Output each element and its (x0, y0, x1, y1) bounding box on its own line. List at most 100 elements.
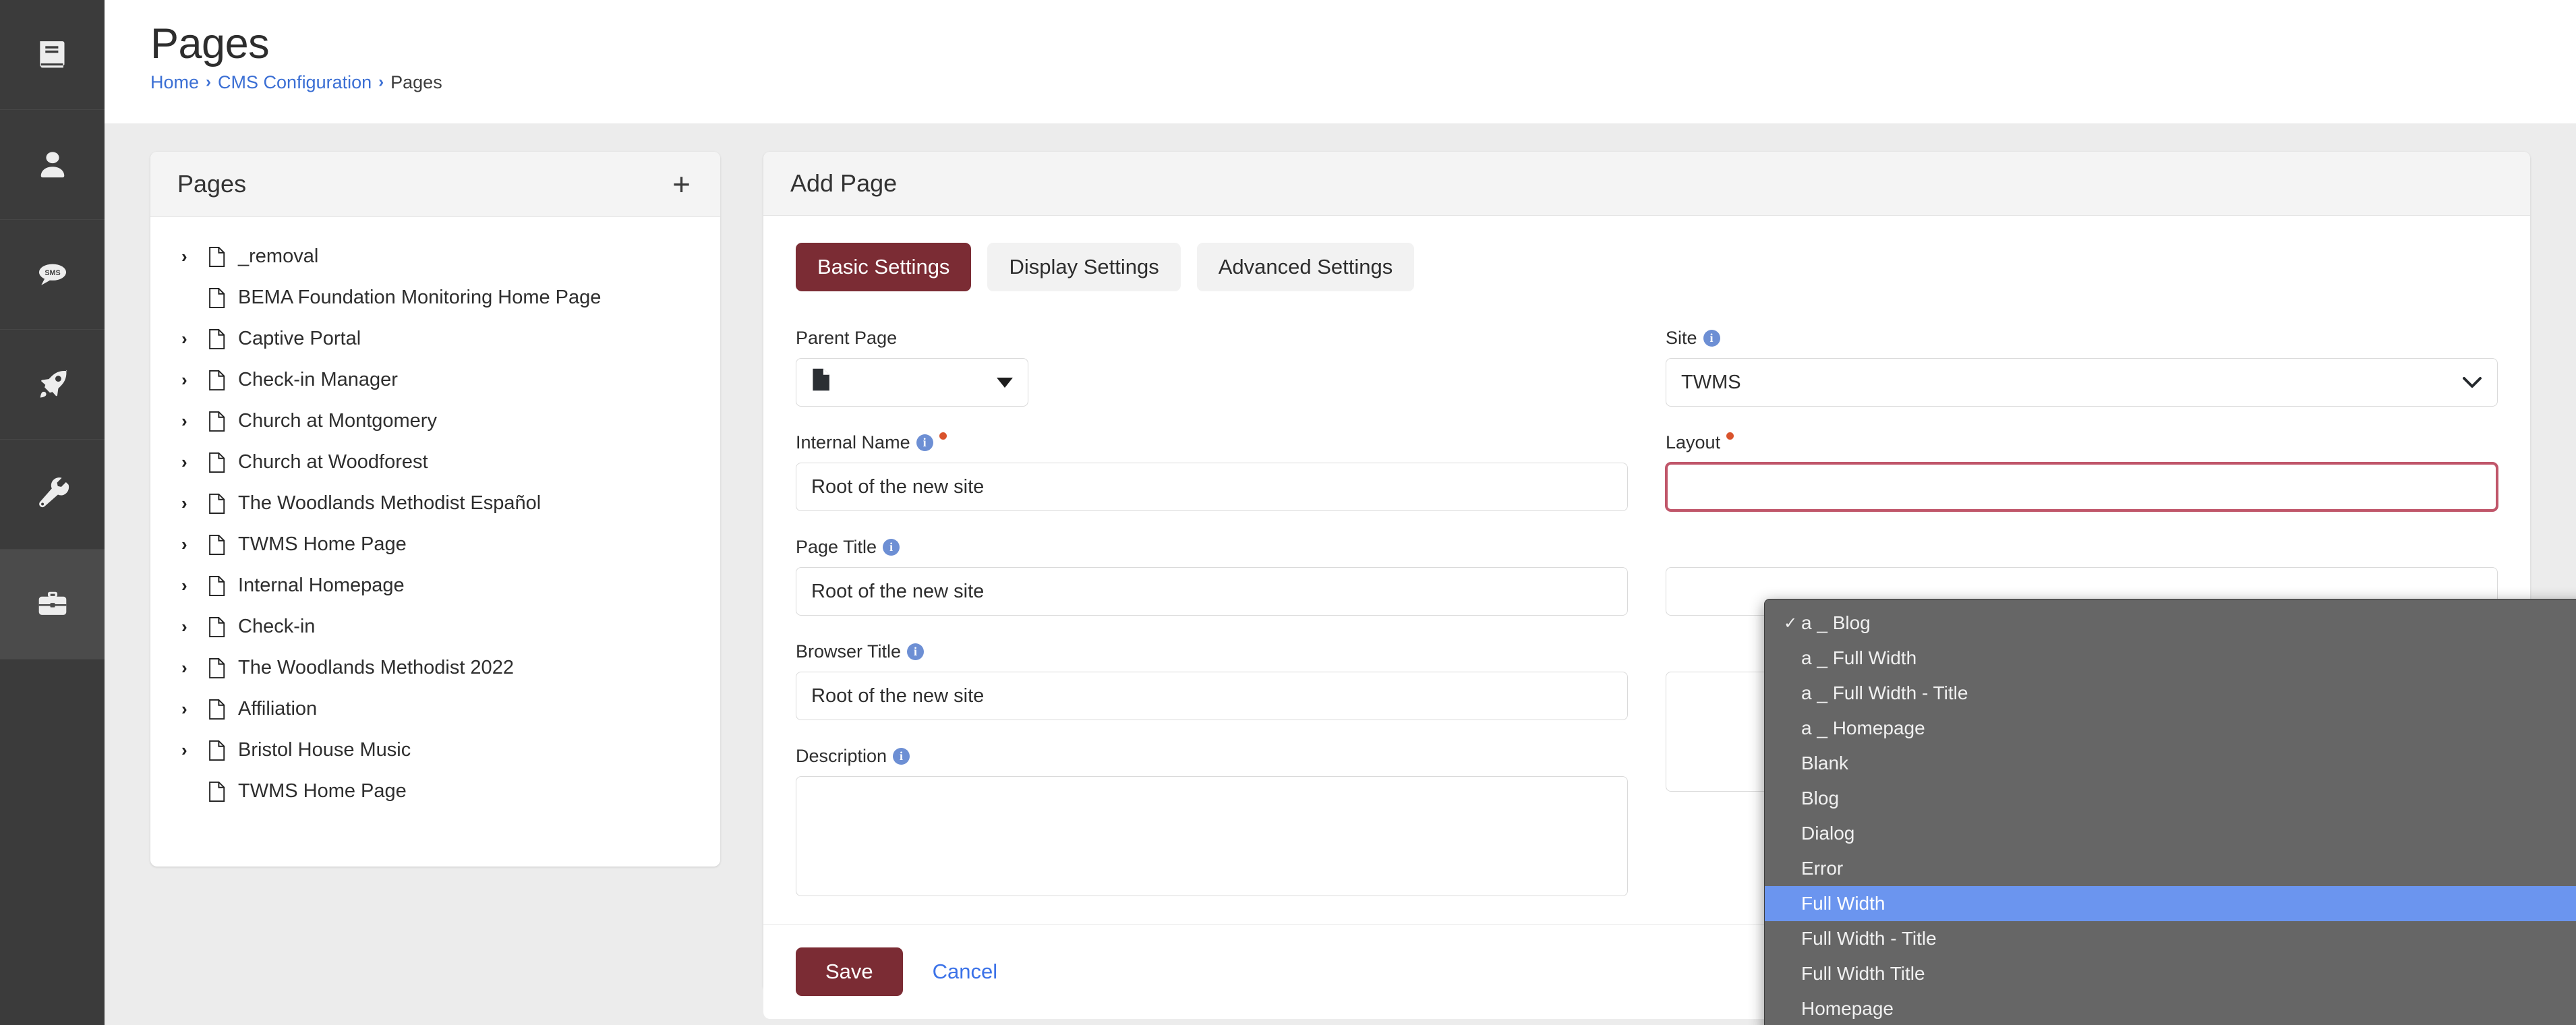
file-icon (208, 287, 238, 309)
page-title-label-row: Page Title i (796, 535, 1628, 558)
field-browser-title: Browser Title i (796, 640, 1628, 720)
required-indicator-icon (939, 432, 947, 440)
app-root: SMS Pages Home › CMS Configuration › Pag… (0, 0, 2576, 1025)
tree-item-label: The Woodlands Methodist Español (238, 492, 541, 514)
layout-select[interactable] (1666, 463, 2498, 511)
layout-option[interactable]: ✓Blank (1765, 746, 2576, 781)
expand-chevron-icon[interactable]: › (181, 699, 208, 720)
tree-item[interactable]: › Bristol House Music (150, 730, 720, 771)
layout-option[interactable]: ✓ a _ Blog (1765, 606, 2576, 641)
layout-dropdown-menu[interactable]: ✓a _ Blog✓a _ Full Width✓a _ Full Width … (1764, 599, 2576, 1025)
layout-option[interactable]: ✓a _ Full Width (1765, 641, 2576, 676)
page-title: Pages (150, 20, 270, 67)
cancel-button[interactable]: Cancel (933, 960, 998, 984)
info-icon[interactable]: i (893, 747, 910, 765)
info-icon[interactable]: i (883, 538, 900, 556)
sidebar-item-launch[interactable] (0, 330, 105, 440)
person-icon (34, 146, 71, 183)
add-page-button[interactable]: + (670, 169, 693, 200)
tab-basic-settings[interactable]: Basic Settings (796, 243, 972, 291)
layout-option[interactable]: ✓Homepage (1765, 991, 2576, 1025)
internal-name-input[interactable] (796, 463, 1628, 511)
browser-title-input[interactable] (796, 672, 1628, 720)
save-button[interactable]: Save (796, 947, 903, 996)
layout-option[interactable]: ✓Error (1765, 851, 2576, 886)
layout-option-label: Full Width (1801, 893, 1885, 914)
expand-chevron-icon[interactable]: › (181, 534, 208, 555)
expand-chevron-icon[interactable]: › (181, 657, 208, 678)
file-icon (208, 452, 238, 473)
sidebar-item-content[interactable] (0, 0, 105, 110)
tree-item-label: TWMS Home Page (238, 780, 407, 802)
tree-item-label: Affiliation (238, 698, 318, 720)
tab-advanced-settings[interactable]: Advanced Settings (1196, 243, 1415, 291)
info-icon[interactable]: i (1703, 329, 1720, 347)
description-textarea[interactable] (796, 776, 1628, 896)
tree-item[interactable]: › The Woodlands Methodist 2022 (150, 647, 720, 689)
file-icon (208, 411, 238, 432)
parent-page-select[interactable] (796, 358, 1028, 407)
tree-item[interactable]: ›TWMS Home Page (150, 771, 720, 812)
file-icon (208, 328, 238, 350)
file-icon (208, 781, 238, 802)
sidebar-item-people[interactable] (0, 110, 105, 220)
breadcrumb-item-home[interactable]: Home (150, 72, 199, 93)
expand-chevron-icon[interactable]: › (181, 452, 208, 473)
check-icon: ✓ (1784, 614, 1798, 633)
expand-chevron-icon[interactable]: › (181, 370, 208, 390)
site-select[interactable]: TWMS (1666, 358, 2498, 407)
layout-option[interactable]: ✓Full Width Title (1765, 956, 2576, 991)
expand-chevron-icon[interactable]: › (181, 493, 208, 514)
tree-item[interactable]: › Church at Montgomery (150, 401, 720, 442)
tree-item[interactable]: › _removal (150, 236, 720, 277)
layout-option[interactable]: ✓Full Width - Title (1765, 921, 2576, 956)
layout-option-label: Full Width Title (1801, 963, 1925, 984)
sidebar-item-admin[interactable] (0, 550, 105, 660)
parent-page-label-row: Parent Page (796, 326, 1628, 349)
layout-option-label: Blog (1801, 788, 1840, 809)
description-label: Description (796, 745, 887, 766)
tree-item[interactable]: › Captive Portal (150, 318, 720, 359)
info-icon[interactable]: i (907, 643, 925, 660)
layout-option[interactable]: ✓Dialog (1765, 816, 2576, 851)
tree-item[interactable]: › Check-in Manager (150, 359, 720, 401)
tree-item[interactable]: ›BEMA Foundation Monitoring Home Page (150, 277, 720, 318)
tree-item[interactable]: › The Woodlands Methodist Español (150, 483, 720, 524)
tab-display-settings[interactable]: Display Settings (987, 243, 1181, 291)
expand-chevron-icon[interactable]: › (181, 616, 208, 637)
expand-chevron-icon[interactable]: › (181, 411, 208, 432)
tree-item[interactable]: › Church at Woodforest (150, 442, 720, 483)
tree-item[interactable]: ›TWMS Home Page (150, 524, 720, 565)
main-column: Pages Home › CMS Configuration › Pages P… (105, 0, 2576, 1025)
field-parent-page: Parent Page (796, 326, 1628, 407)
layout-option-label: Homepage (1801, 998, 1894, 1019)
tree-item-label: The Woodlands Methodist 2022 (238, 657, 514, 678)
page-title-input[interactable] (796, 567, 1628, 616)
pages-tree: › _removal ›BEMA Foundation Monitoring Hom… (150, 217, 720, 867)
form-title: Add Page (790, 169, 898, 197)
layout-option[interactable]: ✓Full Width (1765, 886, 2576, 921)
internal-name-label-row: Internal Name i (796, 431, 1628, 454)
tree-item-label: _removal (238, 245, 319, 267)
expand-chevron-icon[interactable]: › (181, 246, 208, 267)
tree-item-label: Check-in (238, 616, 316, 637)
expand-chevron-icon[interactable]: › (181, 740, 208, 761)
layout-option[interactable]: ✓a _ Homepage (1765, 711, 2576, 746)
sidebar-item-sms[interactable]: SMS (0, 220, 105, 330)
tree-item-label: Bristol House Music (238, 739, 411, 761)
layout-option[interactable]: ✓a _ Full Width - Title (1765, 676, 2576, 711)
layout-option[interactable]: ✓Blog (1765, 781, 2576, 816)
info-icon[interactable]: i (916, 434, 933, 451)
sms-bubble-icon: SMS (34, 256, 71, 293)
tree-item[interactable]: › Affiliation (150, 689, 720, 730)
sidebar-item-tools[interactable] (0, 440, 105, 550)
file-icon (208, 370, 238, 391)
expand-chevron-icon[interactable]: › (181, 575, 208, 596)
breadcrumb-item-cms-configuration[interactable]: CMS Configuration (218, 72, 372, 93)
tree-item-label: Church at Montgomery (238, 410, 437, 432)
expand-chevron-icon[interactable]: › (181, 328, 208, 349)
tree-item[interactable]: › Check-in (150, 606, 720, 647)
file-icon (208, 534, 238, 556)
page-title-label: Page Title (796, 536, 877, 557)
tree-item[interactable]: › Internal Homepage (150, 565, 720, 606)
